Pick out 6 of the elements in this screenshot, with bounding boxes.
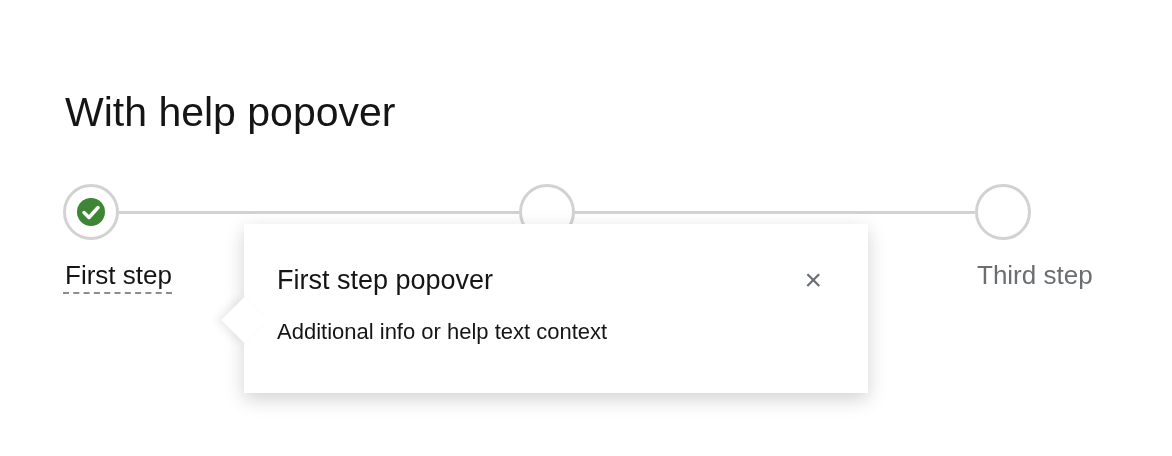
step-label: Third step <box>976 259 1093 292</box>
popover-text: Additional info or help text context <box>277 318 609 346</box>
popover-title: First step popover <box>277 264 494 297</box>
close-button[interactable]: × <box>790 260 836 300</box>
step-label[interactable]: First step <box>63 258 172 294</box>
section-heading: With help popover <box>65 88 397 137</box>
